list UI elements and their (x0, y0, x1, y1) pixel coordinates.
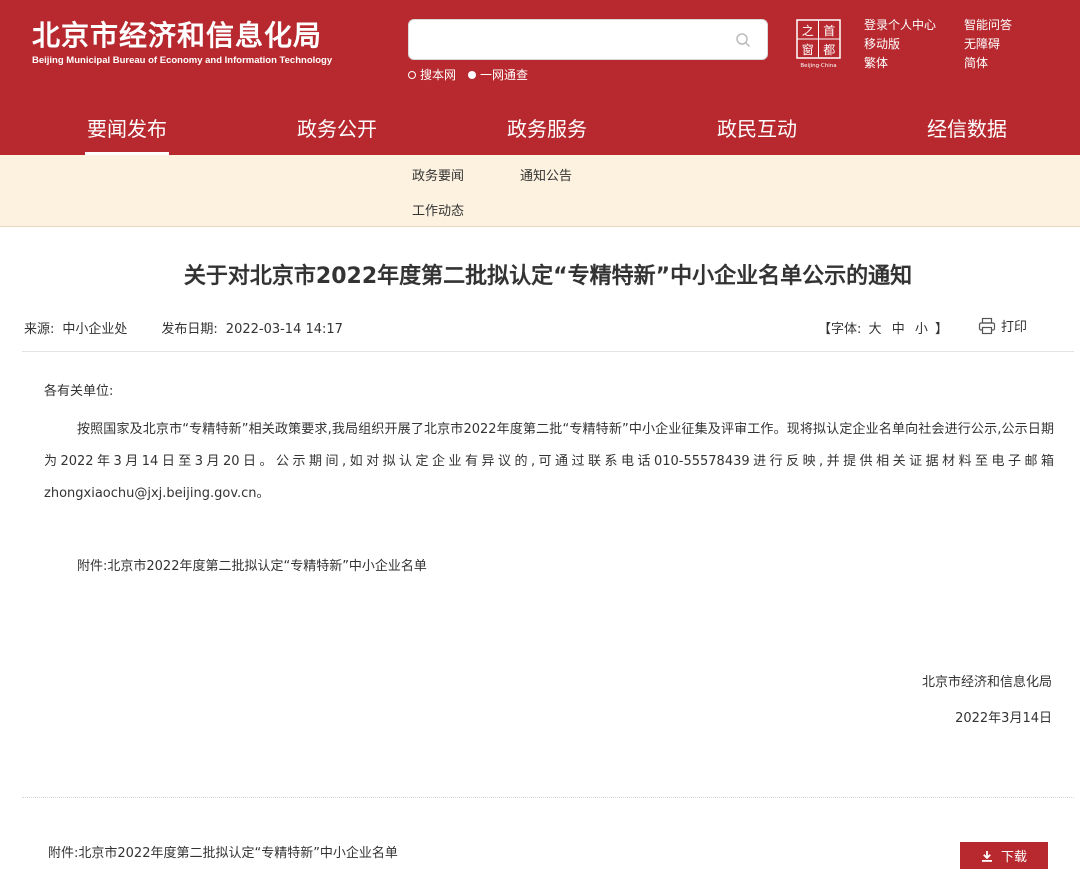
radio-selected-icon (468, 70, 477, 79)
font-size-medium[interactable]: 中 (892, 322, 905, 337)
source-value: 中小企业处 (62, 322, 128, 337)
article-meta: 来源: 中小企业处 发布日期: 2022-03-14 14:17 (24, 318, 351, 337)
subnav-item-notices[interactable]: 通知公告 (520, 165, 572, 184)
traditional-chinese-link[interactable]: 繁体 (864, 54, 964, 72)
accessibility-link[interactable]: 无障碍 (964, 35, 1024, 53)
article-title: 关于对北京市2022年度第二批拟认定“专精特新”中小企业名单公示的通知 (183, 264, 913, 289)
print-label: 打印 (1001, 320, 1028, 335)
font-size-large[interactable]: 大 (869, 322, 882, 337)
mobile-link[interactable]: 移动版 (864, 35, 964, 53)
radio-unselected-icon (408, 70, 416, 79)
simplified-chinese-link[interactable]: 简体 (964, 54, 1024, 72)
font-size-close: 】 (935, 322, 949, 337)
attachment-link[interactable]: 附件:北京市2022年度第二批拟认定“专精特新”中小企业名单 (48, 842, 398, 861)
site-header: 北京市经济和信息化局 Beijing Municipal Bureau of E… (0, 0, 1080, 155)
search-scope-site-label: 搜本网 (420, 68, 457, 82)
meta-divider (22, 351, 1074, 352)
salutation: 各有关单位: (44, 384, 114, 399)
svg-text:首: 首 (823, 24, 835, 38)
site-title[interactable]: 北京市经济和信息化局 (32, 14, 322, 54)
capital-window-logo[interactable]: 之 首 窗 都 Beijing·China (796, 19, 841, 69)
svg-text:都: 都 (823, 43, 835, 57)
site-title-english: Beijing Municipal Bureau of Economy and … (32, 55, 333, 66)
search-scope-all-label: 一网通查 (480, 68, 529, 82)
print-button[interactable]: 打印 (978, 316, 1027, 335)
signature-date: 2022年3月14日 (955, 711, 1052, 726)
nav-interaction[interactable]: 政民互动 (652, 103, 862, 155)
search-input[interactable] (408, 19, 768, 60)
download-label: 下载 (1000, 850, 1027, 865)
svg-text:窗: 窗 (802, 43, 814, 57)
svg-text:之: 之 (802, 24, 814, 38)
subnav-item-gov-news[interactable]: 政务要闻 (412, 165, 464, 184)
subnav-item-work-updates[interactable]: 工作动态 (412, 200, 464, 219)
font-size-control: 【字体: 大 中 小 】 (818, 318, 948, 337)
nav-news[interactable]: 要闻发布 (22, 103, 232, 155)
smart-qa-link[interactable]: 智能问答 (964, 16, 1024, 34)
search-scope-site[interactable]: 搜本网 (408, 66, 456, 83)
main-nav: 要闻发布 政务公开 政务服务 政民互动 经信数据 (0, 103, 1080, 155)
nav-data[interactable]: 经信数据 (862, 103, 1072, 155)
attachment-mention: 附件:北京市2022年度第二批拟认定“专精特新”中小企业名单 (77, 559, 427, 574)
top-links: 登录个人中心 智能问答 移动版 无障碍 繁体 简体 (864, 16, 1024, 72)
attachment-divider (22, 797, 1074, 798)
printer-icon (978, 317, 996, 334)
publish-date: 2022-03-14 14:17 (225, 322, 343, 337)
svg-text:Beijing·China: Beijing·China (800, 63, 836, 69)
search-icon[interactable] (735, 32, 751, 48)
sub-nav: 政务要闻 通知公告 工作动态 (0, 155, 1080, 227)
nav-gov-affairs[interactable]: 政务公开 (232, 103, 442, 155)
date-label: 发布日期: (161, 322, 218, 337)
signature-org: 北京市经济和信息化局 (921, 675, 1052, 690)
download-button[interactable]: 下载 (960, 842, 1048, 869)
search-scope-all[interactable]: 一网通查 (468, 66, 528, 83)
login-link[interactable]: 登录个人中心 (864, 16, 964, 34)
download-icon (981, 850, 992, 862)
article-body: 按照国家及北京市“专精特新”相关政策要求,我局组织开展了北京市2022年度第二批… (44, 422, 1054, 501)
nav-services[interactable]: 政务服务 (442, 103, 652, 155)
font-size-small[interactable]: 小 (915, 322, 928, 337)
search-scope: 搜本网 一网通查 (408, 66, 540, 83)
source-label: 来源: (24, 322, 55, 337)
font-size-label: 【字体: (818, 322, 862, 337)
